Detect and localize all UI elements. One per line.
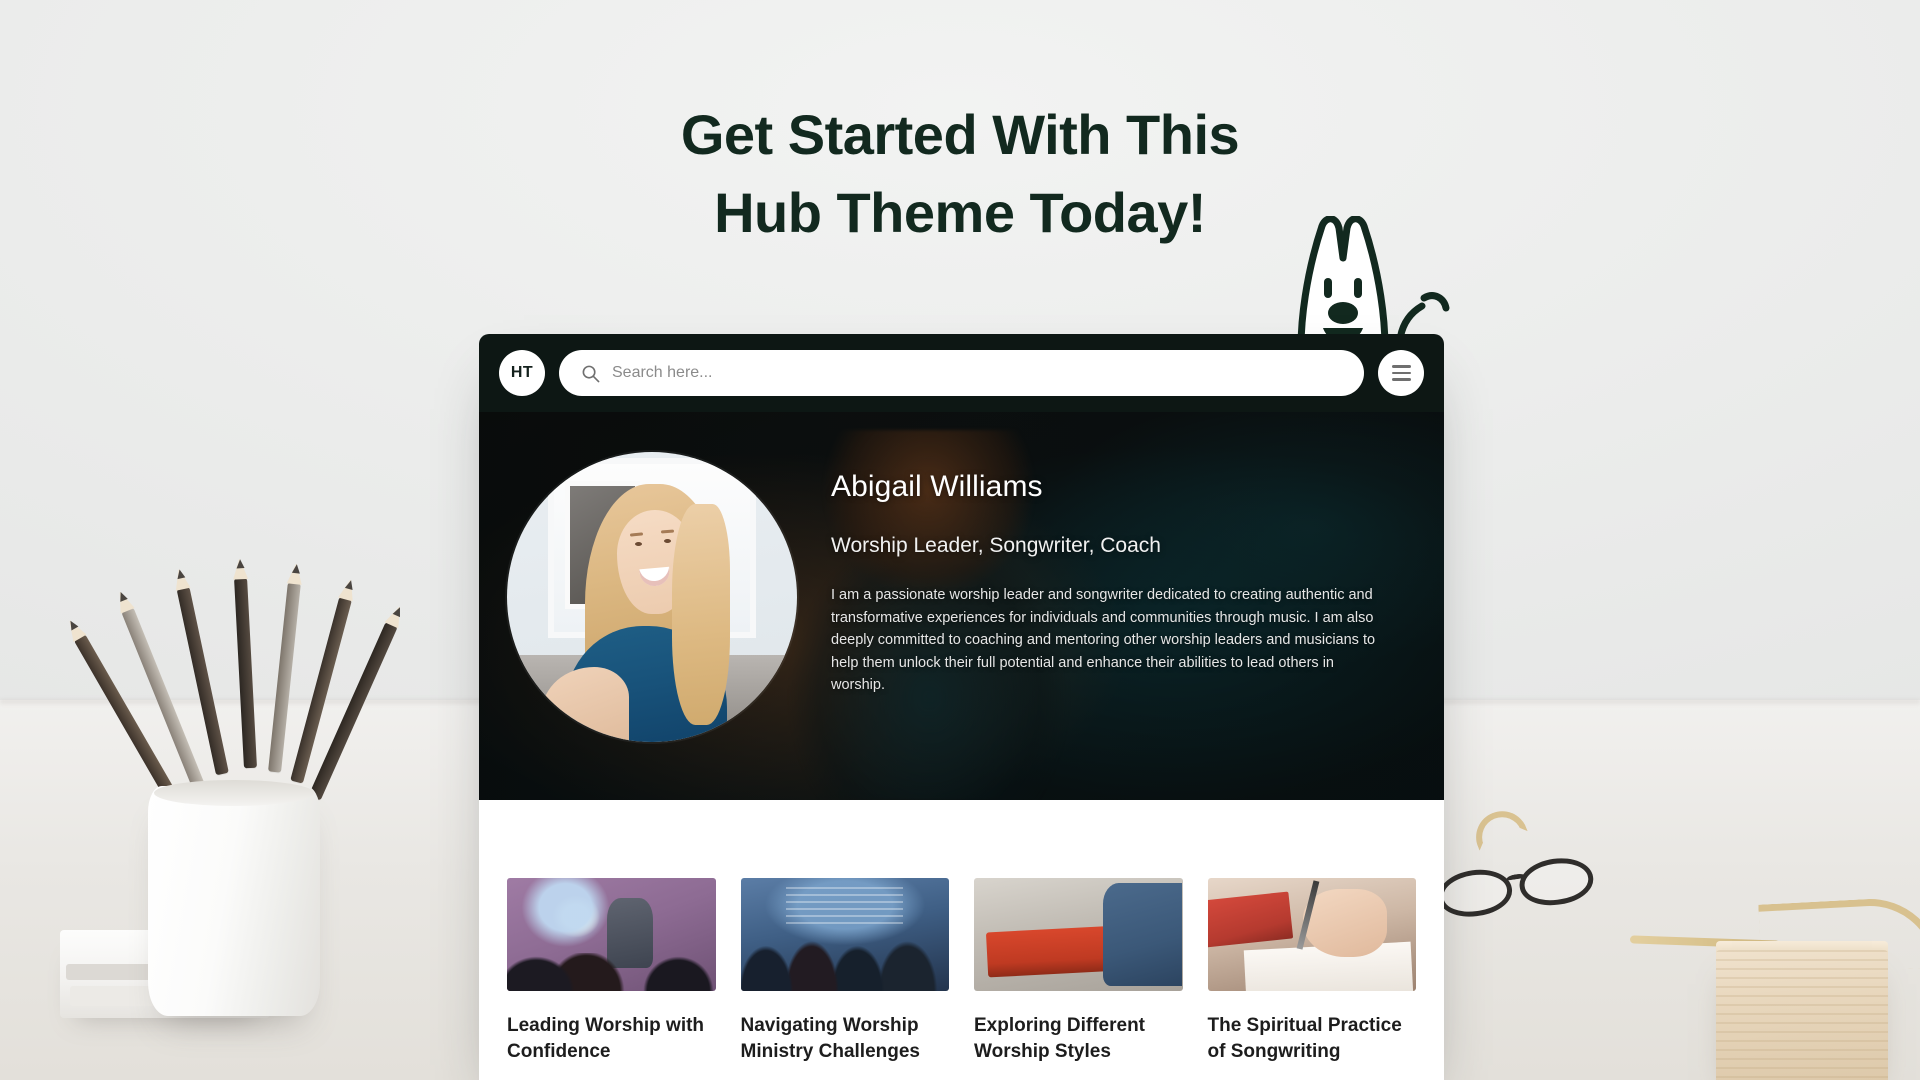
avatar-eye-left [634, 541, 642, 546]
search-bar[interactable] [559, 350, 1364, 396]
screenshot-stage: Get Started With This Hub Theme Today! H… [0, 0, 1920, 1080]
avatar-hair-front [672, 504, 731, 725]
page-title: Get Started With This Hub Theme Today! [0, 96, 1920, 252]
hamburger-bar [1391, 365, 1411, 368]
profile-details: Abigail Williams Worship Leader, Songwri… [831, 448, 1391, 697]
article-card[interactable]: Navigating Worship Ministry Challenges [740, 878, 950, 1065]
page-title-line-1: Get Started With This [680, 103, 1240, 166]
site-header: HT [479, 334, 1444, 412]
profile-name: Abigail Williams [831, 470, 1043, 503]
hamburger-menu-button[interactable] [1378, 350, 1424, 396]
eyeglass-lens-left [1435, 865, 1515, 922]
hamburger-bar [1391, 371, 1411, 375]
site-logo[interactable]: HT [499, 350, 545, 396]
search-icon [582, 365, 600, 382]
profile-bio: I am a passionate worship leader and son… [831, 587, 1376, 693]
page-title-line-2: Hub Theme Today! [714, 181, 1206, 244]
eyeglass-lens-right [1516, 853, 1597, 910]
article-thumbnail[interactable] [740, 878, 949, 991]
articles-section: Leading Worship with Confidence Navigati… [479, 800, 1444, 1065]
article-thumbnail[interactable] [1207, 878, 1416, 991]
article-thumbnail-hand [1303, 889, 1387, 958]
pencil-cup [148, 780, 320, 1016]
article-thumbnail[interactable] [507, 878, 716, 991]
profile-avatar [507, 452, 797, 742]
profile-role: Worship Leader, Songwriter, Coach [831, 534, 1161, 557]
article-card[interactable]: Exploring Different Worship Styles [974, 878, 1183, 1065]
article-title[interactable]: The Spiritual Practice of Songwriting [1208, 1013, 1417, 1065]
article-card[interactable]: Leading Worship with Confidence [507, 878, 716, 1065]
profile-hero: Abigail Williams Worship Leader, Songwri… [479, 412, 1444, 800]
hamburger-bar [1391, 378, 1411, 381]
article-card-grid: Leading Worship with Confidence Navigati… [507, 878, 1416, 1065]
browser-window: HT Search here... Abigail Williams Worsh… [479, 334, 1444, 1080]
article-thumbnail[interactable] [974, 878, 1183, 991]
article-title[interactable]: Exploring Different Worship Styles [974, 1013, 1183, 1065]
article-title[interactable]: Leading Worship with Confidence [507, 1013, 716, 1065]
background-wood-block [1716, 950, 1888, 1080]
search-input[interactable] [612, 364, 1342, 382]
article-title[interactable]: Navigating Worship Ministry Challenges [741, 1013, 950, 1065]
avatar-eye-right [663, 539, 671, 543]
article-card[interactable]: The Spiritual Practice of Songwriting [1207, 878, 1417, 1065]
